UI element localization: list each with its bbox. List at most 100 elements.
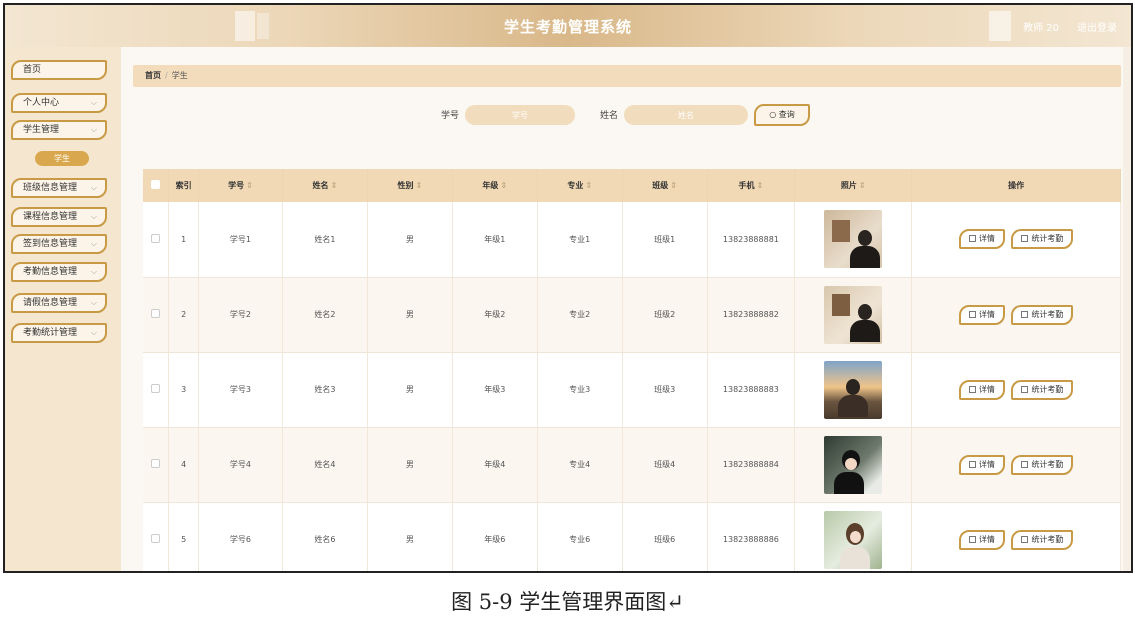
student-photo [824,435,883,494]
cell-phone: 13823888881 [707,202,796,277]
sidebar-item-class-info[interactable]: 班级信息管理 ⌵ [11,178,107,198]
table-header-row: 索引 学号 ⇕ 姓名 ⇕ 性别 ⇕ 年级 ⇕ 专业 ⇕ 班级 ⇕ 手机 ⇕ 照片 ⇕ 操作 [143,169,1121,202]
chevron-down-icon: ⌵ [90,212,97,221]
cell-name: 姓名3 [282,352,368,427]
cell-class: 班级2 [622,277,708,352]
photo-head [858,230,873,247]
photo-body [838,394,869,417]
row-checkbox[interactable] [151,459,161,468]
document-icon [1021,385,1029,393]
cell-student-no: 学号6 [198,502,283,571]
search-icon: ○ [769,110,777,119]
attendance-stats-button[interactable]: 统计考勤 [1011,379,1074,400]
logout-link[interactable]: 退出登录 [1077,19,1117,34]
document-icon [1021,310,1029,318]
sort-icon: ⇕ [756,181,764,190]
sidebar-item-checkin-info[interactable]: 签到信息管理 ⌵ [11,234,107,254]
cell-major: 专业3 [537,352,623,427]
sidebar-item-attendance-stats[interactable]: 考勤统计管理 ⌵ [11,323,107,343]
cell-class: 班级3 [622,352,708,427]
top-header: 学生考勤管理系统 教师 20 退出登录 [5,5,1131,47]
sidebar-item-course-info[interactable]: 课程信息管理 ⌵ [11,207,107,227]
chevron-down-icon: ⌵ [90,125,97,134]
cell-phone: 13823888882 [707,277,796,352]
photo-body [850,246,881,269]
cell-grade: 年级6 [452,502,538,571]
sidebar-item-students[interactable]: 学生管理 ⌵ [11,120,107,140]
name-label: 姓名 [600,111,619,121]
detail-button[interactable]: 详情 [958,304,1005,325]
cell-index: 3 [168,352,199,427]
sidebar-item-attendance-info[interactable]: 考勤信息管理 ⌵ [11,262,107,282]
breadcrumb-separator: / [165,71,168,80]
cell-student-no: 学号2 [198,277,283,352]
table-row: 5 学号6 姓名6 男 年级6 专业6 班级6 13823888886 详情 统… [143,502,1121,571]
sidebar-item-label: 考勤信息管理 [23,267,78,277]
detail-button[interactable]: 详情 [958,529,1005,550]
vertical-scrollbar[interactable] [1123,47,1131,571]
document-icon [968,310,976,318]
cell-gender: 男 [367,352,453,427]
document-icon [968,460,976,468]
figure-caption: 图 5-9 学生管理界面图↵ [451,590,684,614]
sidebar-item-home[interactable]: 首页 [11,60,107,80]
sidebar-item-profile[interactable]: 个人中心 ⌵ [11,93,107,113]
student-no-input[interactable] [465,105,575,125]
sidebar-item-label: 课程信息管理 [23,212,78,222]
attendance-stats-button[interactable]: 统计考勤 [1011,454,1074,475]
row-checkbox[interactable] [151,384,161,393]
breadcrumb-home[interactable]: 首页 [145,71,161,80]
column-header-grade[interactable]: 年级 ⇕ [452,169,538,202]
photo-face [850,530,862,543]
table-row: 3 学号3 姓名3 男 年级3 专业3 班级3 13823888883 详情 统… [143,352,1121,427]
select-all-checkbox[interactable] [151,180,161,189]
attendance-stats-button[interactable]: 统计考勤 [1011,529,1074,550]
detail-button[interactable]: 详情 [958,379,1005,400]
sidebar: 首页 个人中心 ⌵ 学生管理 ⌵ 学生 班级信息管理 ⌵ 课程信息管理 ⌵ 签到… [5,47,121,571]
cell-phone: 13823888884 [707,427,796,502]
breadcrumb: 首页 / 学生 [133,65,1121,87]
row-checkbox[interactable] [151,534,161,543]
column-header-student-no[interactable]: 学号 ⇕ [198,169,283,202]
row-checkbox[interactable] [151,309,161,318]
table-row: 2 学号2 姓名2 男 年级2 专业2 班级2 13823888882 详情 统… [143,277,1121,352]
column-header-major[interactable]: 专业 ⇕ [537,169,623,202]
chevron-down-icon: ⌵ [90,328,97,337]
column-header-phone[interactable]: 手机 ⇕ [707,169,796,202]
cell-grade: 年级3 [452,352,538,427]
attendance-stats-button[interactable]: 统计考勤 [1011,229,1074,250]
cell-major: 专业4 [537,427,623,502]
cell-student-no: 学号1 [198,202,283,277]
detail-button[interactable]: 详情 [958,229,1005,250]
document-icon [968,385,976,393]
attendance-stats-button[interactable]: 统计考勤 [1011,304,1074,325]
photo-body [850,319,881,342]
sort-icon: ⇕ [246,181,253,190]
document-icon [1021,460,1029,468]
student-photo [824,360,883,419]
sidebar-item-leave-info[interactable]: 请假信息管理 ⌵ [11,293,107,313]
search-button[interactable]: ○ 查询 [754,104,810,126]
breadcrumb-current: 学生 [171,71,188,80]
cell-gender: 男 [367,502,453,571]
cell-gender: 男 [367,277,453,352]
sidebar-item-label: 班级信息管理 [23,183,78,193]
chevron-down-icon: ⌵ [90,267,97,276]
sidebar-item-label: 个人中心 [23,98,60,108]
sidebar-subitem-student[interactable]: 学生 [35,151,89,166]
student-no-label: 学号 [441,111,460,121]
column-header-name[interactable]: 姓名 ⇕ [282,169,368,202]
cell-class: 班级6 [622,502,708,571]
detail-button[interactable]: 详情 [958,454,1005,475]
column-header-photo[interactable]: 照片 ⇕ [794,169,913,202]
name-input[interactable] [624,105,748,125]
cell-index: 5 [168,502,199,571]
photo-body [834,471,865,494]
column-header-class[interactable]: 班级 ⇕ [622,169,708,202]
app-title: 学生考勤管理系统 [503,18,632,36]
sidebar-item-label: 考勤统计管理 [23,328,78,338]
search-button-label: 查询 [778,110,795,119]
row-checkbox[interactable] [151,233,161,243]
column-header-gender[interactable]: 性别 ⇕ [367,169,453,202]
cell-class: 班级1 [622,202,708,277]
